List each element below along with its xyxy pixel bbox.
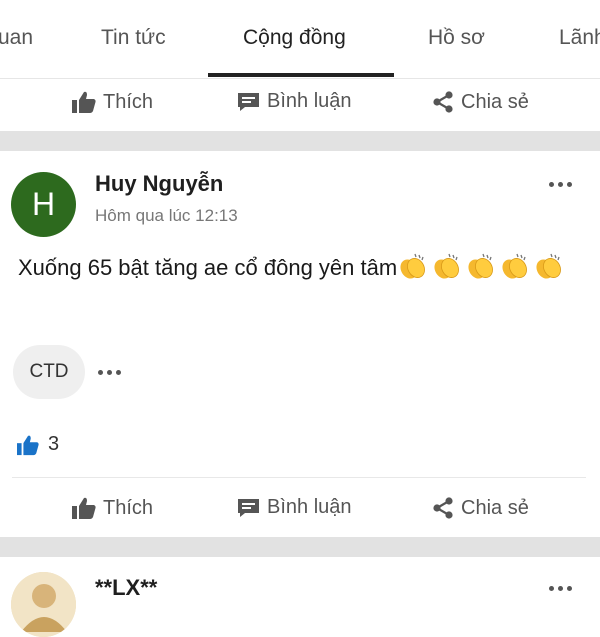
like-label: Thích bbox=[103, 496, 154, 519]
post-more-options-icon[interactable] bbox=[549, 182, 572, 187]
comment-icon bbox=[238, 92, 259, 111]
tab-ho-so[interactable]: Hồ sơ bbox=[428, 26, 485, 50]
clapping-hands-icon bbox=[502, 253, 528, 279]
clapping-hands-icon bbox=[468, 253, 494, 279]
stock-tag-label: CTD bbox=[29, 361, 69, 382]
like-count[interactable]: 3 bbox=[16, 433, 59, 456]
clapping-hands-icon bbox=[400, 253, 426, 279]
comment-label: Bình luận bbox=[267, 90, 352, 112]
avatar[interactable]: H bbox=[11, 172, 76, 237]
tag-more-icon[interactable] bbox=[98, 370, 121, 375]
thumbs-up-icon bbox=[72, 91, 96, 113]
tab-tin-tuc[interactable]: Tin tức bbox=[101, 26, 166, 50]
share-button[interactable]: Chia sẻ bbox=[431, 90, 529, 114]
next-post-more-options-icon[interactable] bbox=[549, 586, 572, 591]
like-count-value: 3 bbox=[48, 433, 60, 455]
post-text: Xuống 65 bật tăng ae cổ đông yên tâm bbox=[18, 255, 398, 280]
like-label: Thích bbox=[103, 90, 154, 113]
share-label: Chia sẻ bbox=[461, 90, 529, 113]
top-tab-bar: uan Tin tức Cộng đồng Hồ sơ Lãnh bbox=[0, 0, 600, 79]
share-label: Chia sẻ bbox=[461, 496, 529, 519]
post-separator bbox=[0, 131, 600, 151]
like-button[interactable]: Thích bbox=[71, 90, 153, 114]
emoji-group bbox=[397, 253, 567, 280]
clapping-hands-icon bbox=[536, 253, 562, 279]
next-post-author[interactable]: **LX** bbox=[95, 575, 157, 601]
tab-quan[interactable]: uan bbox=[0, 26, 33, 50]
comment-label: Bình luận bbox=[267, 496, 352, 518]
stock-tag-chip[interactable]: CTD bbox=[13, 345, 85, 399]
post-author[interactable]: Huy Nguyễn bbox=[95, 171, 223, 197]
post-action-bar: Thích Bình luận Chia sẻ bbox=[0, 484, 600, 534]
post-separator bbox=[0, 537, 600, 557]
avatar-initial: H bbox=[31, 186, 56, 222]
thumbs-up-icon bbox=[72, 497, 96, 519]
post-timestamp: Hôm qua lúc 12:13 bbox=[95, 206, 238, 225]
comment-button[interactable]: Bình luận bbox=[236, 90, 352, 113]
tab-lanh[interactable]: Lãnh bbox=[559, 26, 600, 50]
share-icon bbox=[433, 91, 453, 113]
share-button[interactable]: Chia sẻ bbox=[431, 496, 529, 520]
active-tab-indicator bbox=[208, 73, 394, 77]
next-post-avatar[interactable] bbox=[11, 572, 76, 637]
like-button[interactable]: Thích bbox=[71, 496, 153, 520]
previous-post-action-bar: Thích Bình luận Chia sẻ bbox=[0, 78, 600, 128]
clapping-hands-icon bbox=[434, 253, 460, 279]
divider bbox=[12, 477, 586, 478]
comment-button[interactable]: Bình luận bbox=[236, 496, 352, 519]
tab-cong-dong[interactable]: Cộng đồng bbox=[243, 26, 346, 50]
post-body: Xuống 65 bật tăng ae cổ đông yên tâm bbox=[18, 251, 584, 284]
blue-thumbs-up-icon bbox=[17, 435, 39, 455]
comment-icon bbox=[238, 498, 259, 517]
avatar-image-icon bbox=[11, 572, 76, 637]
share-icon bbox=[433, 497, 453, 519]
